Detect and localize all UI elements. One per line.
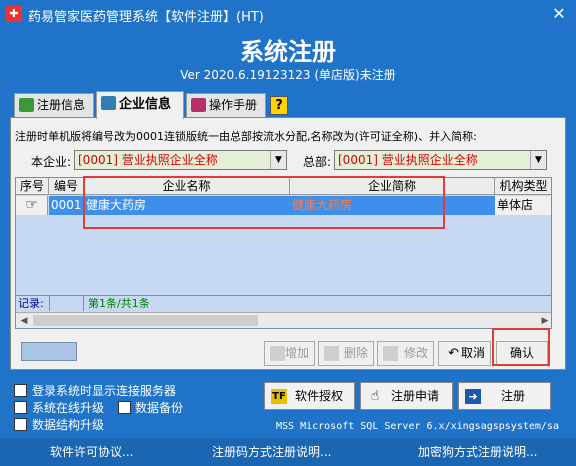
delete-icon bbox=[324, 346, 339, 361]
db-upgrade-checkbox[interactable] bbox=[14, 418, 27, 431]
register-label: 注册 bbox=[501, 389, 526, 403]
hq-value: [0001] 营业执照企业全称 bbox=[338, 153, 478, 167]
code-register-help-link[interactable]: 注册码方式注册说明... bbox=[212, 443, 331, 460]
license-button[interactable]: TF 软件授权 bbox=[264, 382, 355, 410]
register-button[interactable]: ➜ 注册 bbox=[458, 382, 551, 410]
highlight-confirm-button bbox=[492, 328, 550, 366]
app-icon: ✚ bbox=[6, 6, 22, 22]
version-label: Ver 2020.6.19123123 (单店版)未注册 bbox=[180, 68, 396, 82]
db-upgrade-label: 数据结构升级 bbox=[32, 418, 105, 432]
current-enterprise-value: [0001] 营业执照企业全称 bbox=[78, 153, 218, 167]
cancel-button[interactable]: ↶ 取消 bbox=[438, 341, 491, 366]
current-enterprise-label: 本企业: bbox=[31, 155, 72, 169]
apply-button[interactable]: ☝ 注册申请 bbox=[360, 382, 453, 410]
hand-icon: ☝ bbox=[370, 388, 380, 404]
cell-code[interactable]: 0001 bbox=[49, 196, 84, 215]
highlight-name-cells bbox=[83, 176, 445, 229]
tab-label: 注册信息 bbox=[37, 98, 86, 112]
column-header-index[interactable]: 序号 bbox=[16, 178, 49, 195]
horizontal-scrollbar[interactable]: ◀ ▶ bbox=[16, 312, 551, 328]
add-button[interactable]: 增加 bbox=[264, 341, 315, 366]
online-upgrade-label: 系统在线升级 bbox=[32, 401, 105, 415]
cell-type[interactable]: 单体店 bbox=[495, 196, 551, 215]
scroll-right-icon[interactable]: ▶ bbox=[537, 313, 551, 328]
enterprise-icon bbox=[101, 96, 116, 110]
hq-select[interactable]: [0001] 营业执照企业全称 ▼ bbox=[334, 150, 547, 170]
show-server-label: 登录系统时显示连接服务器 bbox=[32, 384, 177, 398]
chevron-down-icon[interactable]: ▼ bbox=[270, 151, 286, 169]
tab-register-info[interactable]: 注册信息 bbox=[14, 93, 94, 117]
column-header-type[interactable]: 机构类型 bbox=[495, 178, 551, 195]
color-swatch bbox=[21, 342, 77, 361]
scroll-thumb[interactable] bbox=[33, 315, 258, 326]
column-header-code[interactable]: 编号 bbox=[49, 178, 84, 195]
add-icon bbox=[270, 346, 285, 361]
apply-label: 注册申请 bbox=[391, 389, 440, 403]
record-label: 记录: bbox=[18, 297, 44, 310]
delete-label: 删除 bbox=[343, 346, 368, 360]
grid-footer: 记录: 第1条/共1条 bbox=[16, 295, 551, 311]
data-backup-label: 数据备份 bbox=[135, 401, 184, 415]
scroll-left-icon[interactable]: ◀ bbox=[16, 313, 32, 328]
page-title: 系统注册 bbox=[240, 38, 336, 66]
current-enterprise-select[interactable]: [0001] 营业执照企业全称 ▼ bbox=[74, 150, 287, 170]
edit-button[interactable]: 修改 bbox=[377, 341, 434, 366]
tab-enterprise-info[interactable]: 企业信息 bbox=[96, 91, 184, 119]
footer-divider bbox=[49, 296, 84, 311]
license-agreement-link[interactable]: 软件许可协议... bbox=[50, 443, 133, 460]
dongle-register-help-link[interactable]: 加密狗方式注册说明... bbox=[418, 443, 537, 460]
arrow-right-icon: ➜ bbox=[465, 389, 481, 404]
help-icon[interactable]: ? bbox=[270, 96, 288, 115]
undo-icon: ↶ bbox=[448, 346, 459, 361]
record-count: 第1条/共1条 bbox=[88, 297, 150, 310]
edit-icon bbox=[383, 346, 398, 361]
show-server-checkbox[interactable] bbox=[14, 384, 27, 397]
delete-button[interactable]: 删除 bbox=[318, 341, 374, 366]
hq-label: 总部: bbox=[303, 155, 332, 169]
register-window: ✚ 药易管家医药管理系统【软件注册】(HT) ✕ 系统注册 Ver 2020.6… bbox=[0, 0, 576, 466]
key-icon: TF bbox=[271, 389, 287, 404]
license-label: 软件授权 bbox=[295, 389, 344, 403]
cancel-label: 取消 bbox=[460, 346, 485, 360]
close-button[interactable]: ✕ bbox=[550, 5, 568, 23]
manual-book-icon bbox=[191, 98, 206, 112]
hint-text: 注册时单机版将编号改为0001连锁版统一由总部按流水分配,名称改为(许可证全称)… bbox=[15, 130, 477, 143]
row-pointer-icon: ☞ bbox=[16, 196, 48, 215]
tab-label: 操作手册 bbox=[209, 98, 258, 112]
data-backup-checkbox[interactable] bbox=[118, 401, 131, 414]
online-upgrade-checkbox[interactable] bbox=[14, 401, 27, 414]
add-label: 增加 bbox=[284, 346, 309, 360]
tab-label: 企业信息 bbox=[119, 97, 172, 112]
db-connection-info: MSS Microsoft SQL Server 6.x/xingsagspsy… bbox=[276, 421, 559, 432]
window-title: 药易管家医药管理系统【软件注册】(HT) bbox=[28, 10, 264, 25]
chevron-down-icon[interactable]: ▼ bbox=[530, 151, 546, 169]
register-info-icon bbox=[19, 98, 34, 112]
tab-manual[interactable]: 操作手册 bbox=[186, 93, 266, 117]
edit-label: 修改 bbox=[403, 346, 428, 360]
title-bar: ✚ 药易管家医药管理系统【软件注册】(HT) ✕ bbox=[0, 0, 576, 28]
